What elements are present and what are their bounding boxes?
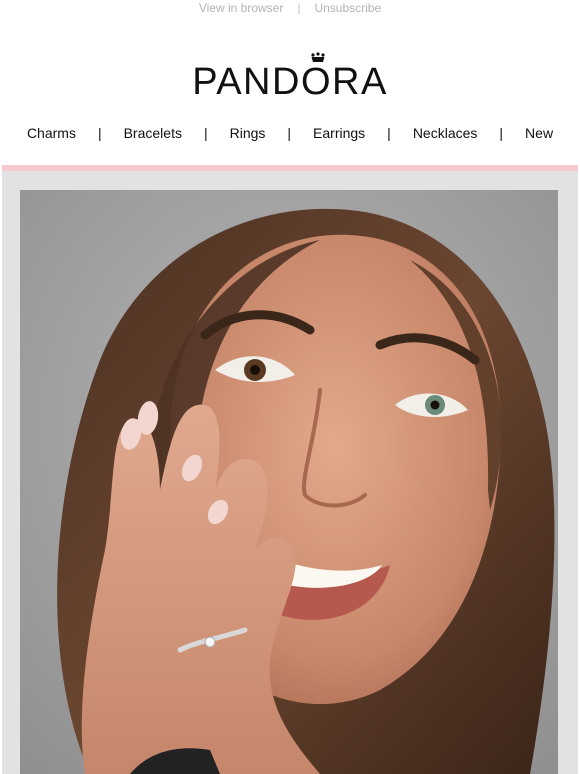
preheader-separator: | bbox=[297, 1, 301, 15]
hero-photo bbox=[20, 190, 558, 774]
nav-divider: | bbox=[203, 125, 208, 141]
unsubscribe-link[interactable]: Unsubscribe bbox=[314, 1, 381, 15]
nav-item-earrings[interactable]: Earrings bbox=[313, 125, 365, 141]
brand-wordmark: PANDORA bbox=[192, 61, 388, 98]
nav-divider: | bbox=[287, 125, 292, 141]
category-nav: Charms | Bracelets | Rings | Earrings | … bbox=[0, 122, 580, 144]
brand-logo[interactable]: PANDORA bbox=[0, 52, 580, 103]
nav-divider: | bbox=[499, 125, 504, 141]
nav-item-new[interactable]: New bbox=[525, 125, 553, 141]
pandora-logo-icon: PANDORA bbox=[192, 52, 388, 98]
nav-item-bracelets[interactable]: Bracelets bbox=[124, 125, 182, 141]
hero-image-link[interactable] bbox=[20, 190, 558, 774]
nav-item-charms[interactable]: Charms bbox=[27, 125, 76, 141]
nav-item-rings[interactable]: Rings bbox=[230, 125, 266, 141]
nav-divider: | bbox=[97, 125, 102, 141]
nav-item-necklaces[interactable]: Necklaces bbox=[413, 125, 478, 141]
email-page: View in browser | Unsubscribe PANDORA Ch… bbox=[0, 0, 580, 774]
view-in-browser-link[interactable]: View in browser bbox=[199, 1, 283, 15]
nav-divider: | bbox=[387, 125, 391, 141]
preheader: View in browser | Unsubscribe bbox=[0, 0, 580, 16]
